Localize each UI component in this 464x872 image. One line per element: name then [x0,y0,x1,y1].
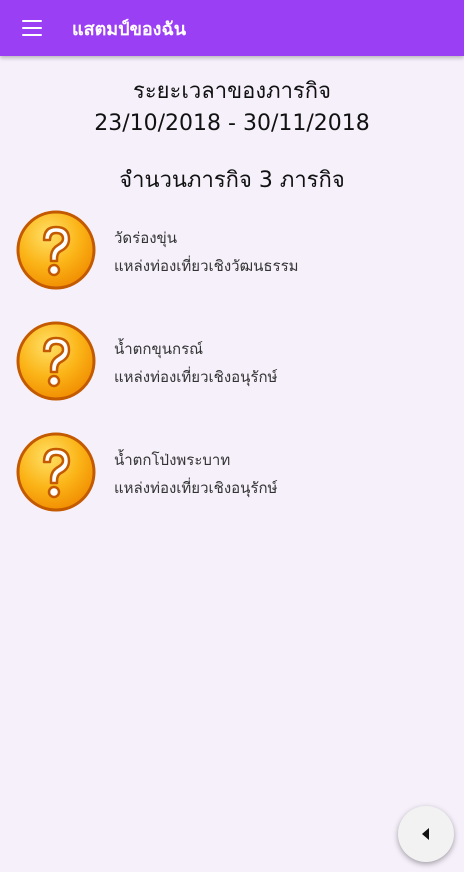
mission-period-header: ระยะเวลาของภารกิจ 23/10/2018 - 30/11/201… [0,76,464,140]
app-bar: แสตมป์ของฉัน [0,0,464,56]
mission-item[interactable]: น้ำตกขุนกรณ์ แหล่งท่องเที่ยวเชิงอนุรักษ์ [16,321,448,432]
period-range: 23/10/2018 - 30/11/2018 [94,111,370,136]
mission-category: แหล่งท่องเที่ยวเชิงอนุรักษ์ [114,368,278,386]
back-button[interactable] [398,806,454,862]
mission-list: วัดร่องขุ่น แหล่งท่องเที่ยวเชิงวัฒนธรรม … [16,210,448,543]
back-arrow-icon [421,828,429,840]
app-title: แสตมป์ของฉัน [72,18,187,40]
question-mark-icon [16,432,96,512]
mission-name: วัดร่องขุ่น [114,229,178,247]
question-mark-icon [16,321,96,401]
menu-icon[interactable] [22,20,42,36]
mission-count: จำนวนภารกิจ 3 ภารกิจ [119,168,345,193]
mission-category: แหล่งท่องเที่ยวเชิงอนุรักษ์ [114,479,278,497]
mission-name: น้ำตกโป่งพระบาท [114,451,231,469]
question-mark-icon [16,210,96,290]
mission-item[interactable]: วัดร่องขุ่น แหล่งท่องเที่ยวเชิงวัฒนธรรม [16,210,448,321]
mission-category: แหล่งท่องเที่ยวเชิงวัฒนธรรม [114,257,299,275]
mission-item[interactable]: น้ำตกโป่งพระบาท แหล่งท่องเที่ยวเชิงอนุรั… [16,432,448,543]
mission-name: น้ำตกขุนกรณ์ [114,340,204,358]
period-title: ระยะเวลาของภารกิจ [133,79,331,104]
